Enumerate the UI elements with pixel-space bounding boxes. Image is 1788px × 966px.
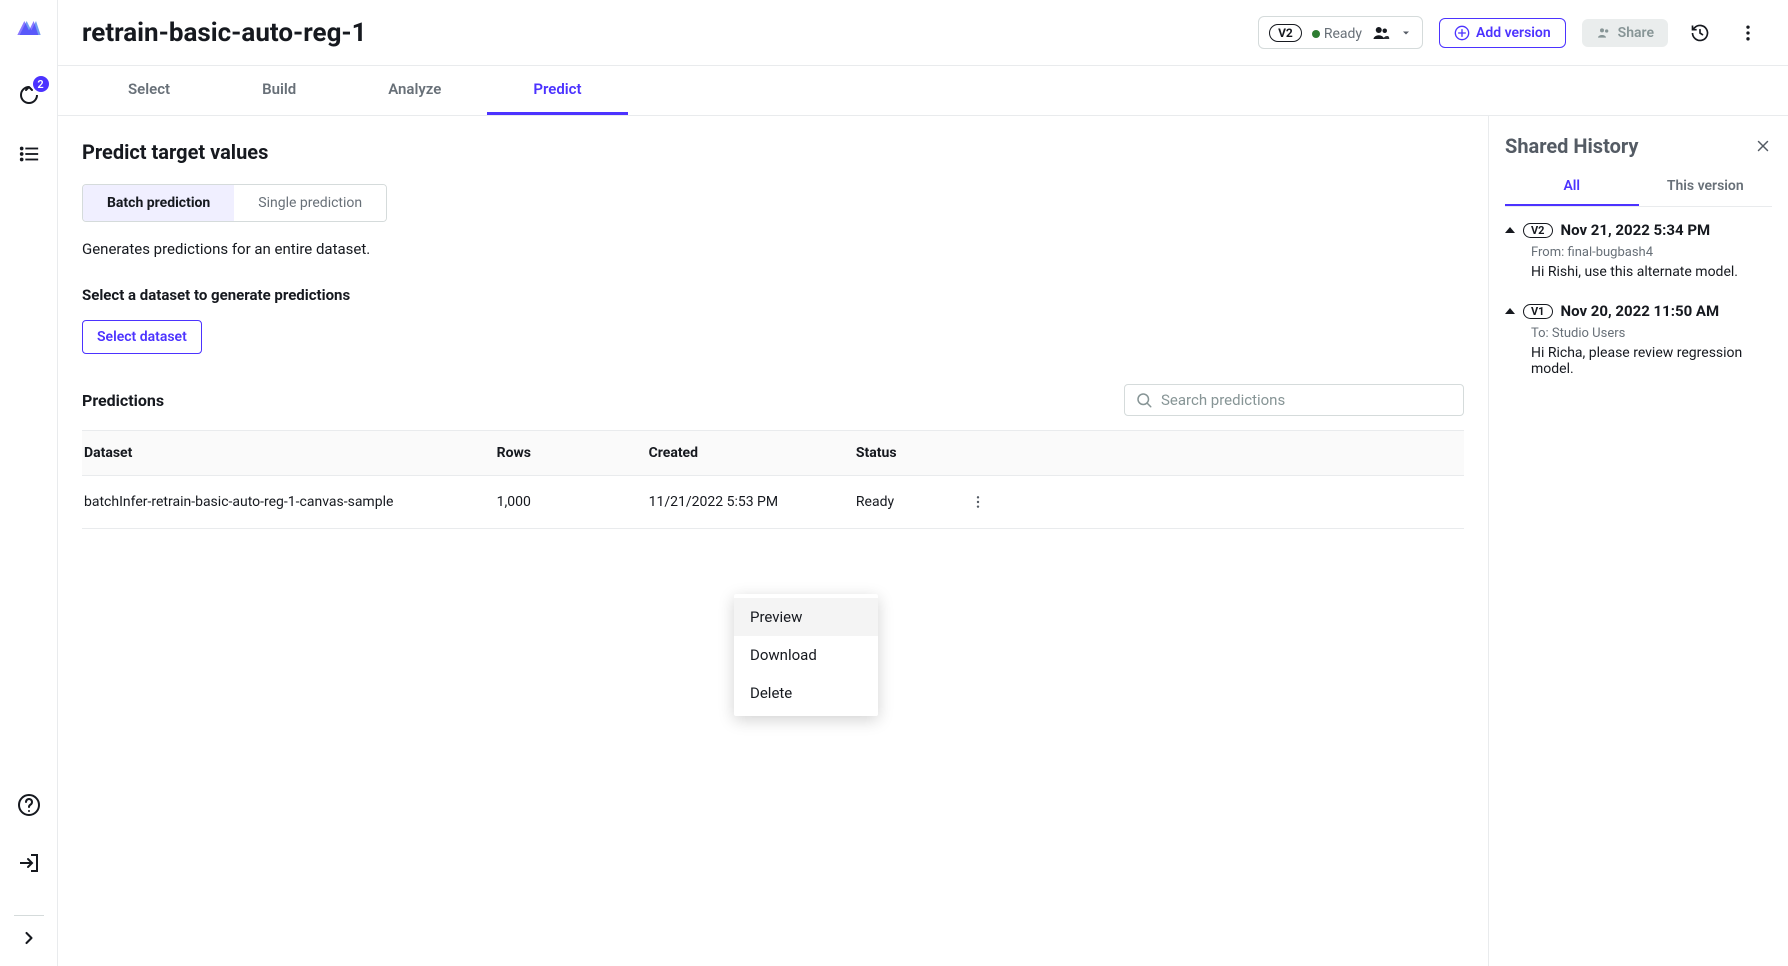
history-item: V2 Nov 21, 2022 5:34 PM From: final-bugb…	[1505, 221, 1772, 280]
header-actions: V2 Ready Add version Share	[1258, 16, 1764, 49]
cell-rows: 1,000	[497, 476, 649, 529]
shared-history-panel: Shared History All This version V2 Nov 2…	[1488, 116, 1788, 966]
panel-tabs: All This version	[1505, 168, 1772, 207]
prediction-mode-toggle: Batch prediction Single prediction	[82, 184, 387, 222]
exit-icon[interactable]	[15, 849, 43, 877]
add-version-label: Add version	[1476, 25, 1551, 41]
predictions-heading: Predictions	[82, 391, 164, 410]
activity-badge: 2	[33, 76, 49, 92]
left-rail: 2	[0, 0, 58, 966]
add-version-button[interactable]: Add version	[1439, 18, 1566, 48]
row-actions-button[interactable]	[966, 490, 990, 514]
panel-tab-all[interactable]: All	[1505, 168, 1639, 206]
col-rows: Rows	[497, 431, 649, 476]
cell-created: 11/21/2022 5:53 PM	[649, 476, 856, 529]
main-tabs: Select Build Analyze Predict	[58, 66, 1788, 116]
history-meta: From: final-bugbash4	[1531, 245, 1772, 260]
tab-build[interactable]: Build	[216, 66, 342, 115]
row-actions-menu: Preview Download Delete	[734, 594, 878, 716]
col-created: Created	[649, 431, 856, 476]
people-icon	[1372, 24, 1390, 42]
predict-content: Predict target values Batch prediction S…	[58, 116, 1488, 966]
collapse-icon[interactable]	[1505, 308, 1515, 314]
panel-tab-this-version[interactable]: This version	[1639, 168, 1773, 206]
single-prediction-tab[interactable]: Single prediction	[234, 185, 386, 221]
predictions-table: Dataset Rows Created Status batchInfer-r…	[82, 430, 1464, 529]
main: retrain-basic-auto-reg-1 V2 Ready Add ve…	[58, 0, 1788, 966]
history-message: Hi Rishi, use this alternate model.	[1531, 264, 1772, 280]
rail-divider	[14, 915, 44, 916]
cell-dataset: batchInfer-retrain-basic-auto-reg-1-canv…	[82, 476, 497, 529]
expand-rail-icon[interactable]	[15, 924, 43, 952]
col-status: Status	[856, 431, 967, 476]
collapse-icon[interactable]	[1505, 227, 1515, 233]
search-predictions[interactable]	[1124, 384, 1464, 416]
menu-download[interactable]: Download	[734, 636, 878, 674]
list-icon[interactable]	[15, 140, 43, 168]
col-dataset: Dataset	[82, 431, 497, 476]
cell-status: Ready	[856, 476, 967, 529]
history-version-badge: V1	[1523, 304, 1553, 319]
select-dataset-heading: Select a dataset to generate predictions	[82, 286, 1464, 304]
content-wrap: Predict target values Batch prediction S…	[58, 116, 1788, 966]
menu-preview[interactable]: Preview	[734, 598, 878, 636]
app-logo-icon[interactable]	[15, 14, 43, 42]
close-panel-button[interactable]	[1754, 137, 1772, 155]
tab-predict[interactable]: Predict	[487, 66, 627, 115]
tab-analyze[interactable]: Analyze	[342, 66, 487, 115]
panel-title: Shared History	[1505, 134, 1638, 158]
help-icon[interactable]	[15, 791, 43, 819]
version-badge: V2	[1269, 24, 1302, 42]
history-item: V1 Nov 20, 2022 11:50 AM To: Studio User…	[1505, 302, 1772, 377]
history-date: Nov 21, 2022 5:34 PM	[1561, 221, 1711, 239]
menu-delete[interactable]: Delete	[734, 674, 878, 712]
predictions-header: Predictions	[82, 384, 1464, 416]
search-input[interactable]	[1161, 391, 1453, 409]
predict-description: Generates predictions for an entire data…	[82, 240, 1464, 258]
history-meta: To: Studio Users	[1531, 326, 1772, 341]
history-icon[interactable]	[1684, 17, 1716, 49]
table-row: batchInfer-retrain-basic-auto-reg-1-canv…	[82, 476, 1464, 529]
predict-title: Predict target values	[82, 140, 1464, 164]
share-label: Share	[1618, 25, 1654, 41]
status-indicator: Ready	[1312, 23, 1362, 42]
history-date: Nov 20, 2022 11:50 AM	[1561, 302, 1720, 320]
page-title: retrain-basic-auto-reg-1	[82, 18, 1258, 48]
history-message: Hi Richa, please review regression model…	[1531, 345, 1772, 377]
select-dataset-button[interactable]: Select dataset	[82, 320, 202, 354]
panel-header: Shared History	[1505, 134, 1772, 158]
share-button: Share	[1582, 19, 1668, 47]
activity-icon[interactable]: 2	[15, 82, 43, 110]
history-version-badge: V2	[1523, 223, 1553, 238]
tab-select[interactable]: Select	[82, 66, 216, 115]
batch-prediction-tab[interactable]: Batch prediction	[83, 185, 234, 221]
version-selector[interactable]: V2 Ready	[1258, 16, 1423, 49]
search-icon	[1135, 391, 1153, 409]
header: retrain-basic-auto-reg-1 V2 Ready Add ve…	[58, 0, 1788, 66]
chevron-down-icon	[1400, 27, 1412, 39]
more-icon[interactable]	[1732, 17, 1764, 49]
